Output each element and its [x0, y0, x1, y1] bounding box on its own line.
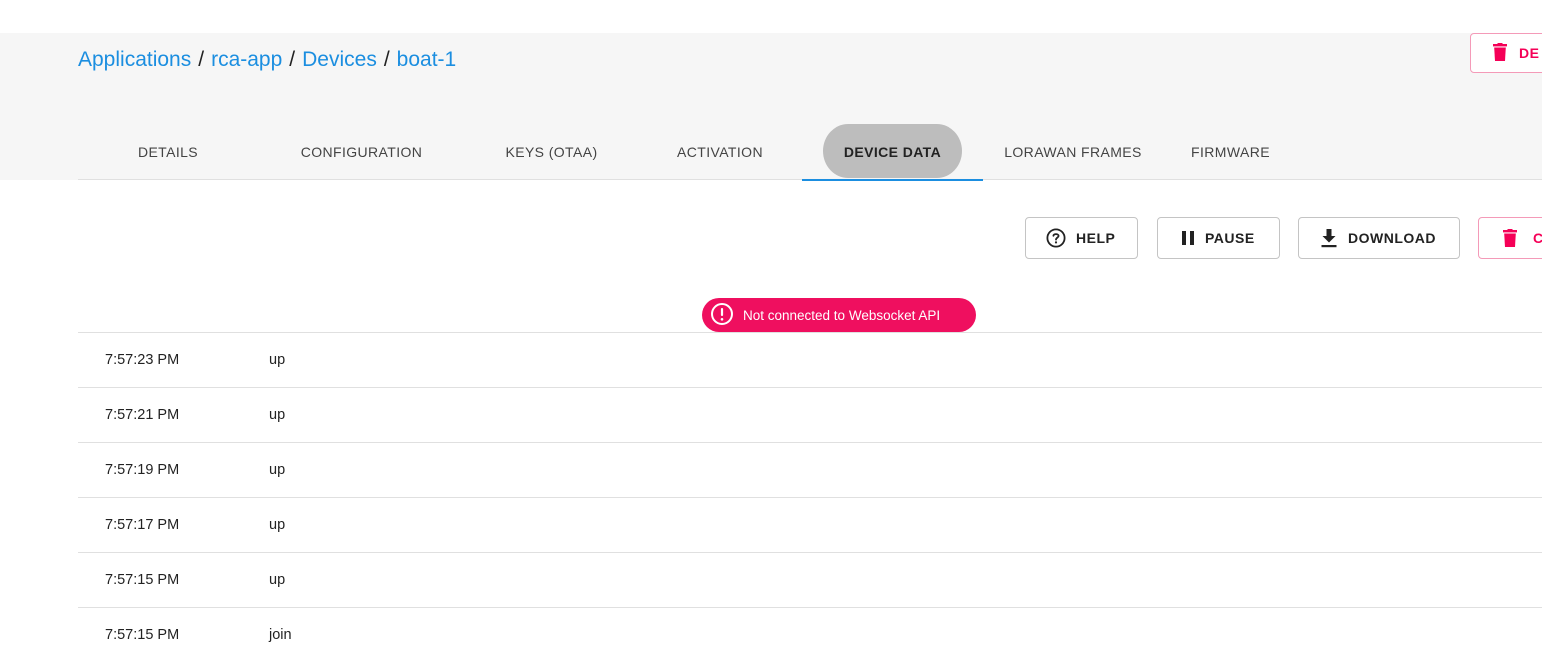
trash-icon	[1503, 229, 1517, 247]
clear-label: C	[1533, 230, 1542, 246]
event-type: up	[269, 407, 286, 423]
tab-firmware-label: FIRMWARE	[1191, 144, 1270, 160]
tab-activation-label: ACTIVATION	[677, 144, 763, 160]
tab-activation[interactable]: ACTIVATION	[638, 124, 802, 180]
event-time: 7:57:23 PM	[105, 352, 180, 368]
breadcrumb-devices-link[interactable]: Devices	[302, 48, 377, 71]
tab-device-data[interactable]: DEVICE DATA	[802, 124, 983, 181]
table-row[interactable]: 7:57:15 PM up	[78, 553, 1542, 608]
table-row[interactable]: 7:57:15 PM join	[78, 608, 1542, 663]
download-button[interactable]: DOWNLOAD	[1298, 217, 1460, 259]
table-row[interactable]: 7:57:21 PM up	[78, 388, 1542, 443]
tab-details-label: DETAILS	[137, 144, 199, 160]
event-time: 7:57:15 PM	[105, 572, 180, 588]
tab-configuration[interactable]: CONFIGURATION	[258, 124, 465, 180]
device-tabs: DETAILS CONFIGURATION KEYS (OTAA) ACTIVA…	[78, 124, 1542, 181]
breadcrumb-separator: /	[383, 48, 390, 71]
breadcrumb-current-device: boat-1	[396, 48, 457, 71]
help-button[interactable]: HELP	[1025, 217, 1138, 259]
download-icon	[1320, 228, 1338, 248]
event-time: 7:57:17 PM	[105, 517, 180, 533]
help-circle-icon	[1046, 228, 1066, 248]
event-type: up	[269, 572, 286, 588]
breadcrumb-applications-link[interactable]: Applications	[78, 48, 191, 71]
event-time: 7:57:15 PM	[105, 627, 180, 643]
trash-icon	[1493, 42, 1507, 64]
clear-button[interactable]: C	[1478, 217, 1542, 259]
pause-button[interactable]: PAUSE	[1157, 217, 1280, 259]
tab-lorawan-frames-label: LORAWAN FRAMES	[1004, 144, 1142, 160]
tab-keys-otaa[interactable]: KEYS (OTAA)	[465, 124, 638, 180]
tab-keys-otaa-label: KEYS (OTAA)	[505, 144, 598, 160]
tab-details[interactable]: DETAILS	[78, 124, 258, 180]
event-type: join	[269, 627, 292, 643]
table-row[interactable]: 7:57:17 PM up	[78, 498, 1542, 553]
pause-icon	[1181, 230, 1195, 246]
breadcrumb-separator: /	[198, 48, 205, 71]
event-time: 7:57:21 PM	[105, 407, 180, 423]
event-time: 7:57:19 PM	[105, 462, 180, 478]
download-label: DOWNLOAD	[1348, 230, 1436, 246]
tab-device-data-label: DEVICE DATA	[843, 144, 942, 160]
table-row[interactable]: 7:57:23 PM up	[78, 333, 1542, 388]
alert-circle-icon	[710, 302, 734, 329]
event-type: up	[269, 352, 286, 368]
pause-label: PAUSE	[1205, 230, 1255, 246]
delete-device-label: DE	[1519, 45, 1540, 61]
tab-configuration-label: CONFIGURATION	[300, 144, 423, 160]
websocket-status-badge: Not connected to Websocket API	[702, 298, 976, 332]
event-type: up	[269, 517, 286, 533]
tab-lorawan-frames[interactable]: LORAWAN FRAMES	[983, 124, 1163, 180]
breadcrumb: Applications / rca-app / Devices / boat-1	[78, 46, 456, 74]
tab-firmware[interactable]: FIRMWARE	[1163, 124, 1298, 180]
delete-device-button[interactable]: DE	[1470, 33, 1542, 73]
event-type: up	[269, 462, 286, 478]
breadcrumb-app-link[interactable]: rca-app	[211, 48, 282, 71]
active-tab-indicator	[802, 179, 983, 181]
websocket-status-message: Not connected to Websocket API	[743, 307, 941, 323]
breadcrumb-separator: /	[289, 48, 296, 71]
help-label: HELP	[1076, 230, 1116, 246]
table-row[interactable]: 7:57:19 PM up	[78, 443, 1542, 498]
